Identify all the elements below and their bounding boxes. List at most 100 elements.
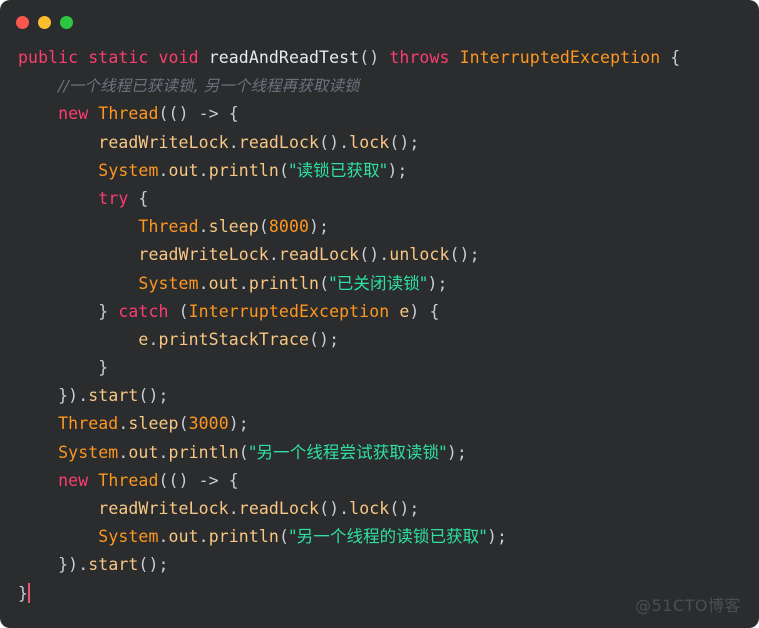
code-token-punct: . [228,132,239,152]
code-token-id: sleep [128,414,179,434]
code-token-punct: . [158,160,169,180]
code-token-punct: ); [427,273,448,293]
close-button-icon[interactable] [16,15,29,29]
code-line: readWriteLock.readLock().unlock(); [18,241,759,269]
code-token-cls: Thread [98,470,159,490]
code-token-punct: . [268,245,279,265]
code-block[interactable]: public static void readAndReadTest() thr… [0,44,759,608]
code-token-cmt: //一个线程已获读锁, 另一个线程再获取读锁 [58,77,360,96]
code-token-punct: . [118,442,129,462]
code-line: } [18,354,759,382]
code-token-punct: } [18,583,29,603]
code-token-punct: () [359,48,390,67]
code-token-id: println [208,527,279,547]
code-token-str: "已关闭读锁" [329,273,428,293]
code-token-punct: (); [138,555,169,575]
code-line: Thread.sleep(8000); [18,213,759,241]
code-token-punct: (); [138,386,169,406]
code-token-id: out [128,442,159,462]
code-token-punct: { [660,48,681,67]
code-token-punct: (() -> { [158,470,239,490]
code-token-punct: (); [449,245,480,265]
code-token-punct: ); [309,217,330,237]
code-line: try { [18,185,759,213]
code-token-id: sleep [208,217,259,237]
code-token-id: println [208,160,279,180]
code-token-num: 8000 [268,217,310,237]
code-token-punct: (). [319,499,350,518]
code-token-kw: try [98,188,129,208]
code-token-punct: (() -> { [158,104,239,124]
code-token-id: lock [349,132,390,152]
code-line: Thread.sleep(3000); [18,410,759,438]
code-token-punct: . [198,273,209,293]
code-line: readWriteLock.readLock().lock(); [18,129,759,157]
code-line: System.out.println("另一个线程尝试获取读锁"); [18,439,759,467]
code-token-id: out [168,527,199,547]
code-line: System.out.println("已关闭读锁"); [18,270,759,298]
maximize-button-icon[interactable] [60,15,73,29]
code-token-cls: Thread [98,104,159,124]
code-token-punct: ( [168,301,189,321]
code-token-id: readLock [278,245,360,265]
code-token-str: "另一个线程的读锁已获取" [288,527,487,547]
code-token-punct: (); [389,499,420,518]
code-line: } catch (InterruptedException e) { [18,298,759,326]
code-token-punct: ); [228,414,249,434]
code-token-punct: (). [359,245,390,265]
code-token-punct: ) { [409,301,440,321]
code-token-id: readLock [238,499,320,518]
watermark-label: @51CTO博客 [635,596,741,615]
code-token-id: println [168,442,239,462]
code-token-punct: . [238,273,249,293]
code-token-cls: InterruptedException [459,48,661,67]
code-token-cls: System [138,273,199,293]
code-token-id: println [248,273,320,293]
code-token-kw: static [88,48,149,67]
code-token-punct: . [198,527,209,547]
minimize-button-icon[interactable] [38,15,51,29]
code-token-id: printStackTrace [158,329,310,349]
code-token-punct: ( [238,442,249,462]
code-token-punct: ( [278,527,289,547]
code-token-id: readLock [238,132,320,152]
text-cursor [28,582,31,603]
code-token-kw: throws [389,48,450,67]
code-token-punct: . [148,329,159,349]
code-token-str: "另一个线程尝试获取读锁" [248,442,447,462]
code-token-punct: . [158,527,169,547]
code-token-punct: (); [389,132,420,152]
code-line: //一个线程已获读锁, 另一个线程再获取读锁 [18,72,759,100]
code-token-id: e [138,329,149,349]
code-token-kw: public [18,48,79,67]
code-token-punct: }). [58,555,89,575]
code-token-punct: . [158,442,169,462]
code-token-id: unlock [389,245,450,265]
code-line: e.printStackTrace(); [18,326,759,354]
code-token-cls: Thread [58,414,119,434]
code-token-punct: } [98,358,109,378]
code-token-punct: ( [258,217,269,237]
code-token-punct: . [198,160,209,180]
code-token-kw: new [58,104,89,124]
code-token-punct: ( [178,414,189,434]
code-token-punct: . [118,414,129,434]
code-token-cls: System [58,442,119,462]
